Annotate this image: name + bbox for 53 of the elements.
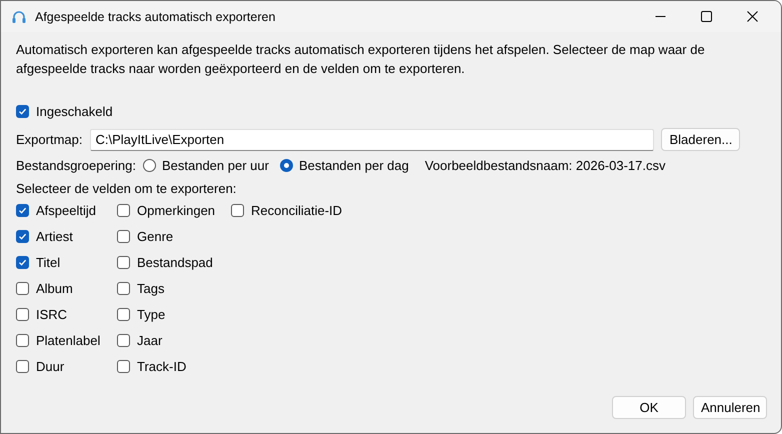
checkbox[interactable]: [231, 204, 244, 216]
radio-label: Bestanden per dag: [298, 158, 409, 172]
maximize-icon: [700, 11, 712, 22]
checkbox[interactable]: [16, 308, 29, 320]
radio-button[interactable]: [142, 158, 156, 172]
browse-button[interactable]: Bladeren...: [661, 128, 740, 151]
radio-label: Bestanden per uur: [162, 158, 269, 172]
section-label: Selecteer de velden om te exporteren:: [16, 181, 238, 196]
checkbox-label: Afspeeltijd: [36, 202, 96, 218]
checkbox-label: Genre: [137, 228, 174, 244]
checkbox[interactable]: [117, 204, 130, 216]
checkbox[interactable]: [16, 256, 29, 268]
check-icon: [18, 106, 27, 116]
checkbox-label: Artiest: [36, 228, 73, 244]
checkbox-label: Track-ID: [137, 358, 186, 374]
field-label: Bestandsgroepering:: [16, 158, 136, 172]
checkbox-label: Album: [36, 280, 73, 296]
checkbox-label: Ingeschakeld: [36, 104, 113, 118]
checkbox[interactable]: [117, 308, 130, 320]
checkbox-label: Type: [137, 306, 166, 322]
checkbox[interactable]: [117, 360, 130, 372]
checkbox-label: Tags: [137, 280, 164, 296]
checkbox-label: Reconciliatie-ID: [251, 202, 342, 218]
checkbox[interactable]: [16, 334, 29, 346]
check-icon: [18, 232, 27, 240]
check-icon: [18, 206, 27, 214]
cancel-button[interactable]: Annuleren: [693, 396, 767, 419]
folder-field[interactable]: C:\PlayItLive\Exporten: [90, 128, 654, 150]
radio-button[interactable]: [280, 158, 293, 172]
check-icon: [18, 258, 27, 266]
checkbox-label: Duur: [36, 358, 64, 374]
checkbox[interactable]: [117, 230, 130, 242]
description-text: Automatisch exporteren kan afgespeelde tracks automatisch exporteren tijdens het afspelen. Selecteer de map waar de afgespeelde tracks naar worden geëxporteerd en de velden om te exporteren.: [16, 41, 706, 78]
checkbox[interactable]: [16, 282, 29, 294]
checkbox-label: Opmerkingen: [137, 202, 216, 218]
headphones-icon: [11, 8, 27, 24]
checkbox-label: Platenlabel: [36, 332, 100, 348]
checkbox-label: Bestandspad: [137, 254, 213, 270]
checkbox-label: Titel: [36, 254, 60, 270]
checkbox[interactable]: [16, 204, 29, 216]
checkbox[interactable]: [16, 360, 29, 372]
checkbox[interactable]: [117, 282, 130, 294]
checkbox[interactable]: [16, 104, 29, 118]
window-title: Afgespeelde tracks automatisch exporteren: [35, 10, 276, 24]
checkbox-label: ISRC: [36, 306, 68, 322]
example-filename: Voorbeeldbestandsnaam: 2026-03-17.csv: [424, 158, 666, 172]
checkbox-label: Jaar: [137, 332, 162, 348]
checkbox[interactable]: [117, 334, 130, 346]
ok-button[interactable]: OK: [612, 396, 686, 419]
checkbox[interactable]: [117, 256, 130, 268]
close-icon: [746, 11, 758, 22]
field-label: Exportmap:: [16, 132, 82, 147]
checkbox[interactable]: [16, 230, 29, 242]
